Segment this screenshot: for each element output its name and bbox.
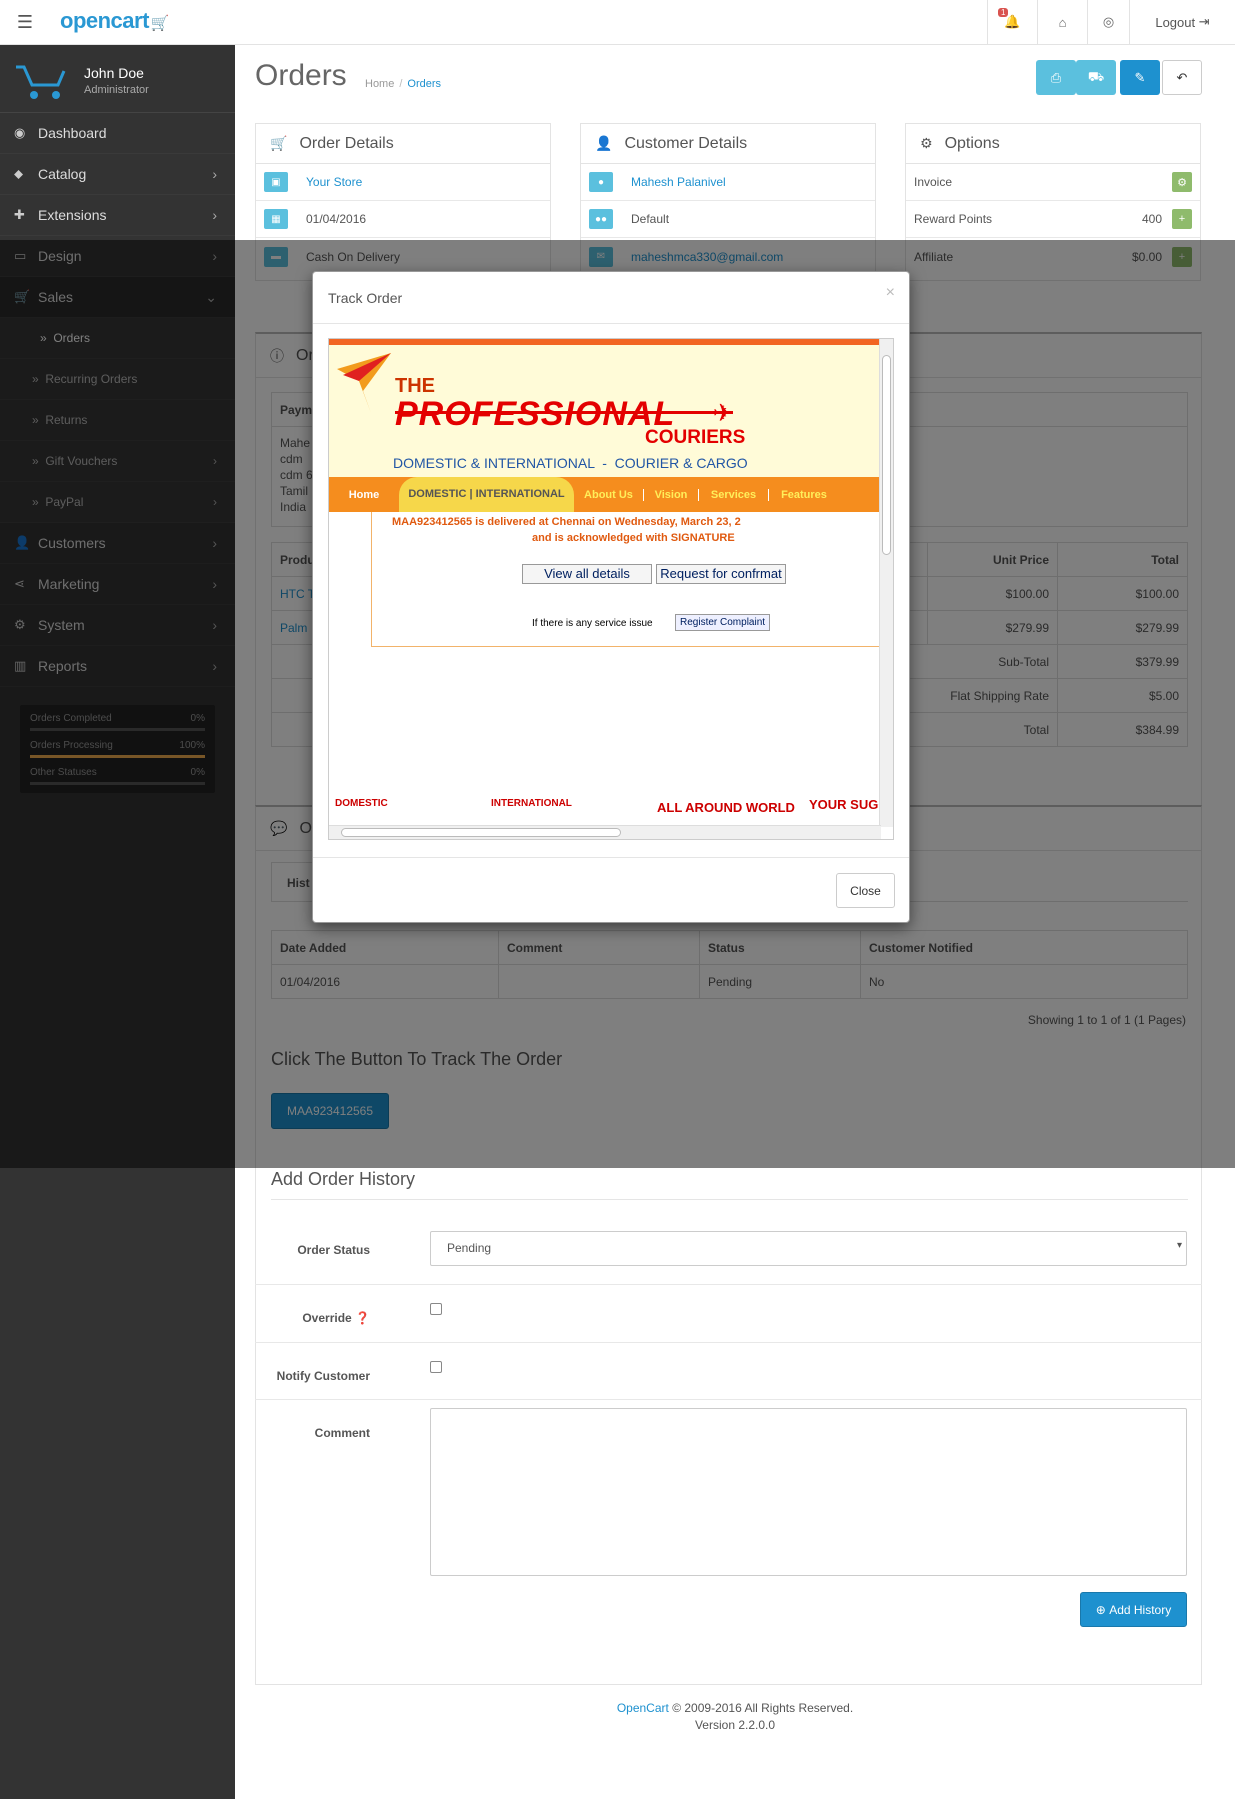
customer-link[interactable]: Mahesh Palanivel [631,175,726,189]
modal-close-icon[interactable]: × [886,284,895,302]
courier-nav-home[interactable]: Home [329,489,399,501]
footer: OpenCart © 2009-2016 All Rights Reserved… [616,1701,854,1732]
courier-nav: Home DOMESTIC | INTERNATIONAL About Us V… [329,477,881,512]
home-icon: ⌂ [1058,14,1067,30]
nav-catalog[interactable]: ⬥ Catalog › [0,154,235,195]
notify-checkbox[interactable] [430,1361,442,1373]
generate-invoice-button[interactable]: ⚙ [1172,172,1192,192]
add-history-heading: Add Order History [271,1169,416,1189]
reply-icon: ↶ [1176,69,1188,85]
courier-banner: THE PROFESSIONAL ✈ COURIERS DOMESTIC & I… [329,345,881,477]
pencil-icon: ✎ [1134,69,1146,85]
comment-row: Comment ⊕ Add History [255,1400,1202,1643]
nav-extensions[interactable]: ✚ Extensions › [0,195,235,236]
print-icon: ⎙ [1050,69,1062,85]
help-button[interactable]: ◎ [1087,0,1129,44]
question-circle-icon[interactable]: ❓ [355,1311,370,1325]
breadcrumb-home[interactable]: Home [365,78,394,90]
print-shipping-button[interactable]: ⛟ [1076,60,1116,95]
modal-close-button[interactable]: Close [836,873,895,908]
back-button[interactable]: ↶ [1162,60,1202,95]
cart-icon: 🛒 [270,135,288,151]
courier-nav-features[interactable]: Features [769,489,839,501]
tags-icon: ⬥ [14,166,24,181]
override-row: Override ❓ [255,1285,1202,1343]
track-order-modal: Track Order × THE PROFESSIONAL ✈ COURIER… [312,271,910,923]
bell-icon: 🔔 [1004,14,1021,29]
chevron-right-icon: › [212,207,217,223]
tracking-status-line: MAA923412565 is delivered at Chennai on … [392,516,741,528]
courier-nav-services[interactable]: Services [699,488,769,501]
courier-tracking-frame[interactable]: THE PROFESSIONAL ✈ COURIERS DOMESTIC & I… [328,338,894,840]
notify-row: Notify Customer [255,1343,1202,1400]
plus-circle-icon: ⊕ [1095,1602,1106,1617]
register-complaint-button[interactable]: Register Complaint [675,614,771,631]
tracking-status-line2: and is acknowledged with SIGNATURE [532,532,735,544]
group-icon: ●● [589,209,613,229]
user-role: Administrator [84,84,149,96]
override-checkbox[interactable] [430,1303,442,1315]
life-ring-icon: ◎ [1102,14,1115,29]
dashboard-icon: ◉ [14,125,26,140]
order-status-select[interactable]: Pending ▾ [430,1231,1187,1266]
add-history-button[interactable]: ⊕ Add History [1080,1592,1187,1627]
puzzle-icon: ✚ [14,207,25,222]
user-icon: 👤 [595,135,613,151]
menu-toggle-icon[interactable]: ☰ [0,0,50,44]
user-name: John Doe [84,65,144,81]
order-status-row: Order Status Pending ▾ [255,1222,1202,1285]
add-reward-button[interactable]: + [1172,209,1192,229]
user-profile: John Doe Administrator [0,45,235,113]
notification-badge: 1 [998,8,1009,17]
sign-out-icon: ⇥ [1198,14,1210,29]
modal-title: Track Order [328,290,403,306]
frame-vertical-scrollbar[interactable] [879,339,893,827]
top-header: ☰ opencart 🛒 1 🔔 ⌂ ◎ Logout ⇥ [0,0,1235,45]
page-title: Orders [255,59,347,92]
notifications-button[interactable]: 1 🔔 [987,0,1037,44]
chevron-right-icon: › [212,166,217,182]
courier-logo-icon [337,353,391,413]
print-invoice-button[interactable]: ⎙ [1036,60,1076,95]
courier-nav-about[interactable]: About Us [574,488,644,501]
shopping-cart-icon: ▣ [264,172,288,192]
courier-nav-domestic[interactable]: DOMESTIC | INTERNATIONAL [399,477,574,512]
opencart-footer-link[interactable]: OpenCart [617,1701,669,1715]
opencart-cart-avatar [16,65,66,99]
breadcrumb: Home / Orders [365,78,442,90]
calendar-icon: ▦ [264,209,288,229]
edit-button[interactable]: ✎ [1120,60,1160,95]
opencart-logo[interactable]: opencart 🛒 [60,8,170,34]
nav-dashboard[interactable]: ◉ Dashboard [0,113,235,154]
comment-textarea[interactable] [430,1408,1187,1576]
view-all-details-button[interactable]: View all details [522,564,652,584]
courier-nav-vision[interactable]: Vision [644,488,699,501]
user-icon: ● [589,172,613,192]
home-button[interactable]: ⌂ [1037,0,1087,44]
courier-bottom-tabs: DOMESTIC INTERNATIONAL ALL AROUND WORLD … [335,797,889,815]
truck-icon: ⛟ [1087,68,1105,84]
chevron-down-icon: ▾ [1176,1240,1182,1251]
store-link[interactable]: Your Store [306,175,362,189]
request-confirmation-button[interactable]: Request for confrmat [656,564,786,584]
cog-icon: ⚙ [920,135,933,151]
logout-button[interactable]: Logout ⇥ [1129,0,1235,44]
breadcrumb-orders[interactable]: Orders [407,78,441,90]
tracking-result-box: MAA923412565 is delivered at Chennai on … [371,512,891,647]
frame-horizontal-scrollbar[interactable] [329,825,881,839]
